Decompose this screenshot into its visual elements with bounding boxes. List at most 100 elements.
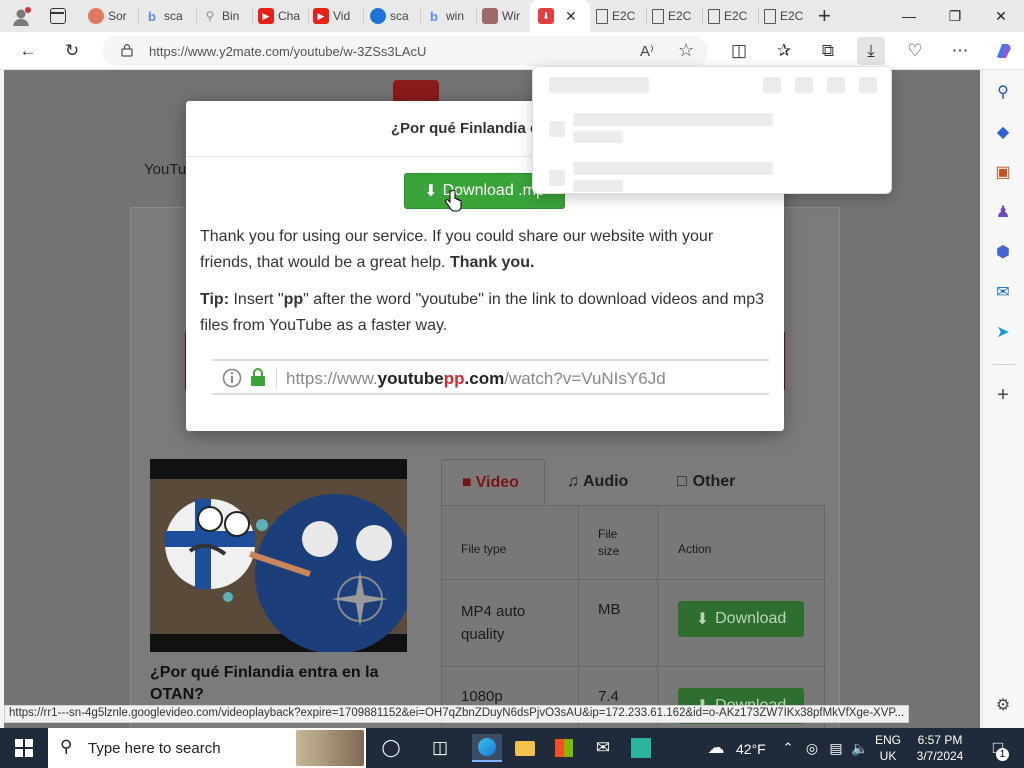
browser-toolbar: ← ↻ https://www.y2mate.com/youtube/w-3ZS…: [0, 32, 1024, 70]
taskbar-search-placeholder: Type here to search: [88, 739, 221, 757]
browser-essentials-icon[interactable]: ♡: [901, 37, 929, 65]
tab-2[interactable]: b sca: [144, 0, 194, 32]
document-icon: [652, 8, 664, 24]
clock[interactable]: 6:57 PM 3/7/2024: [908, 732, 972, 764]
tip-label: Tip:: [200, 291, 230, 308]
mail-icon[interactable]: ✉: [589, 734, 617, 762]
file-icon: □: [677, 473, 687, 490]
youtube-icon: ▶: [313, 8, 329, 24]
microsoft-365-icon[interactable]: ⬢: [992, 241, 1014, 263]
tab-video[interactable]: ■ Video: [441, 459, 545, 505]
search-icon: ⚲: [205, 9, 215, 23]
read-aloud-icon[interactable]: A⁾: [640, 42, 654, 60]
tab-label: Sor: [108, 9, 127, 23]
sidebar-settings-icon[interactable]: ⚙: [992, 694, 1014, 716]
file-explorer-icon[interactable]: [511, 734, 539, 762]
thanks-paragraph: Thank you for using our service. If you …: [200, 224, 770, 276]
skeleton-file-icon-1: [549, 121, 565, 137]
tab-audio-label: Audio: [583, 473, 629, 490]
weather-temp[interactable]: 42°F: [736, 741, 766, 757]
tip-paragraph: Tip: Insert "pp" after the word "youtube…: [200, 287, 770, 339]
tab-11[interactable]: E2C: [652, 0, 702, 32]
tab-label: E2C: [780, 9, 804, 23]
tab-10[interactable]: E2C: [596, 0, 646, 32]
store-icon[interactable]: [550, 734, 578, 762]
row1-size: MB: [598, 601, 621, 618]
download-table: File type File size Action MP4 auto qual…: [441, 505, 826, 728]
favorite-star-icon[interactable]: ☆: [678, 40, 694, 61]
tab-4[interactable]: ▶ Cha: [258, 0, 306, 32]
tab-label: Wir: [502, 9, 520, 23]
skeleton-action-3[interactable]: [827, 77, 845, 93]
restore-button[interactable]: ❐: [932, 0, 978, 32]
tab-3[interactable]: ⚲ Bin: [202, 0, 250, 32]
address-bar[interactable]: https://www.y2mate.com/youtube/w-3ZSs3LA…: [102, 36, 708, 66]
tab-other[interactable]: □ Other: [677, 459, 735, 505]
downloads-icon[interactable]: ⤓: [857, 37, 885, 65]
app-icon[interactable]: [627, 734, 655, 762]
profile-icon[interactable]: [10, 6, 32, 28]
example-url: https://www.youtubepp.com/watch?v=VuNIsY…: [286, 369, 666, 388]
games-icon[interactable]: ♟: [992, 201, 1014, 223]
skeleton-action-1[interactable]: [763, 77, 781, 93]
search-highlight-image: [296, 730, 364, 766]
add-sidebar-app-icon[interactable]: +: [992, 384, 1014, 406]
mouse-cursor-icon: [445, 189, 462, 212]
close-window-button[interactable]: ✕: [978, 0, 1024, 32]
url-text[interactable]: https://www.y2mate.com/youtube/w-3ZSs3LA…: [149, 44, 426, 59]
weather-icon[interactable]: ☁: [702, 734, 730, 762]
downloads-flyout: [532, 66, 892, 194]
skeleton-file-icon-2: [549, 170, 565, 186]
header-file-size: File size: [598, 527, 620, 558]
tab-12[interactable]: E2C: [708, 0, 758, 32]
widgets-icon[interactable]: ◫: [426, 734, 454, 762]
tab-5[interactable]: ▶ Vid: [313, 0, 361, 32]
tab-8[interactable]: Wir: [482, 0, 530, 32]
favorites-icon[interactable]: ✰: [770, 37, 798, 65]
shopping-tag-icon[interactable]: ◆: [992, 121, 1014, 143]
outlook-icon[interactable]: ✉: [992, 281, 1014, 303]
tab-1[interactable]: Sor: [88, 0, 136, 32]
edge-taskbar-icon[interactable]: [472, 734, 502, 762]
split-screen-icon[interactable]: ◫: [725, 37, 753, 65]
tab-label: E2C: [724, 9, 748, 23]
drop-icon[interactable]: ➤: [992, 321, 1014, 343]
windows-taskbar: ⚲ Type here to search ◯ ◫ ✉ ☁ 42°F ⌃ ◎ ▤…: [0, 728, 1024, 768]
tab-other-label: Other: [692, 473, 736, 490]
tab-6[interactable]: sca: [370, 0, 418, 32]
tab-active-y2mate[interactable]: ⬇: [530, 0, 590, 32]
task-view-icon[interactable]: ◯: [377, 734, 405, 762]
header-action: Action: [678, 542, 712, 556]
video-camera-icon: ■: [462, 473, 472, 491]
skeleton-line-2: [573, 162, 773, 175]
skeleton-action-4[interactable]: [859, 77, 877, 93]
back-button[interactable]: ←: [14, 37, 42, 65]
bing-icon: b: [148, 8, 156, 24]
download-button-row1[interactable]: ⬇ Download: [678, 601, 804, 637]
example-url-bar: https://www.youtubepp.com/watch?v=VuNIsY…: [212, 359, 769, 395]
new-tab-button[interactable]: +: [818, 3, 831, 29]
collections-icon[interactable]: ⧉: [814, 37, 842, 65]
refresh-button[interactable]: ↻: [58, 37, 86, 65]
taskbar-search-box[interactable]: ⚲ Type here to search: [48, 728, 366, 768]
language-indicator[interactable]: ENG UK: [872, 732, 904, 764]
skeleton-action-2[interactable]: [795, 77, 813, 93]
tab-audio[interactable]: ♫ Audio: [567, 459, 628, 505]
tools-icon[interactable]: ▣: [992, 161, 1014, 183]
video-thumbnail[interactable]: [150, 459, 407, 652]
lock-icon[interactable]: [120, 43, 134, 57]
more-menu-icon[interactable]: ⋯: [946, 37, 974, 65]
close-tab-icon[interactable]: ✕: [565, 8, 577, 25]
volume-muted-icon[interactable]: 🔈: [846, 734, 874, 762]
tab-label: win: [446, 9, 465, 23]
tab-actions-icon[interactable]: [50, 8, 66, 24]
search-icon[interactable]: ⚲: [992, 81, 1014, 103]
tab-label: Vid: [333, 9, 351, 23]
tab-13[interactable]: E2C: [764, 0, 814, 32]
minimize-button[interactable]: —: [886, 0, 932, 32]
copilot-icon[interactable]: [990, 37, 1018, 65]
music-note-icon: ♫: [567, 473, 579, 490]
edge-sidebar: ⚲ ◆ ▣ ♟ ⬢ ✉ ➤ + ⚙: [982, 70, 1024, 728]
tab-7[interactable]: b win: [426, 0, 474, 32]
windows-start-button[interactable]: [0, 728, 48, 768]
